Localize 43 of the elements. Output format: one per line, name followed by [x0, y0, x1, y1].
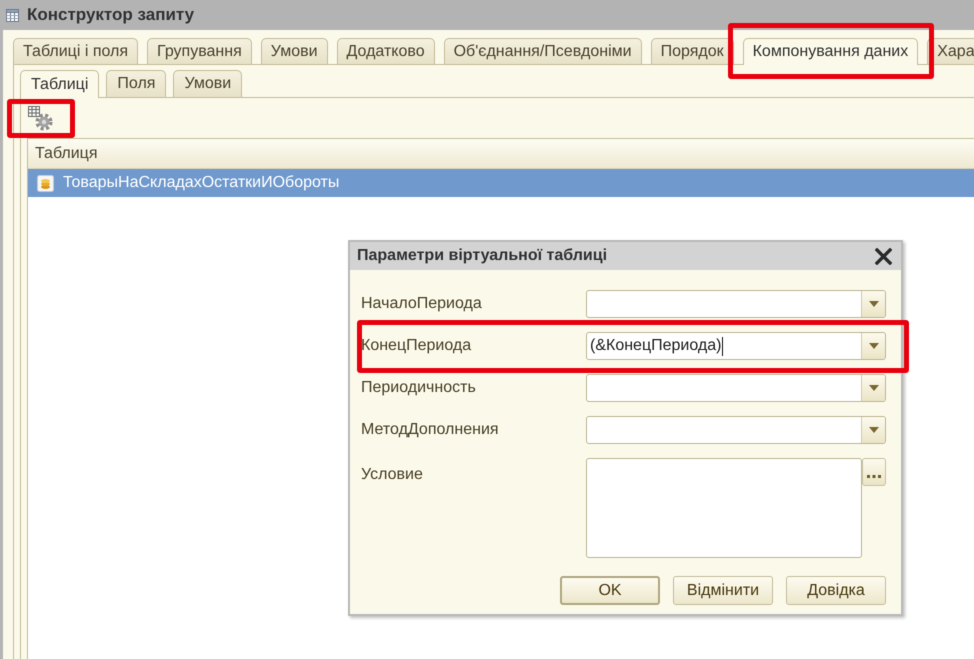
tab[interactable]: Порядок — [650, 38, 734, 64]
dialog-button[interactable]: Довідка — [786, 576, 886, 605]
table-settings-button[interactable] — [27, 104, 54, 132]
table-gear-icon — [28, 106, 53, 130]
dropdown-button[interactable] — [861, 291, 885, 317]
dots-icon — [867, 475, 881, 478]
field-label: НачалоПериода — [361, 294, 483, 314]
column-header: Таблиця — [28, 139, 974, 169]
dialog-button[interactable]: Відмінити — [673, 576, 773, 605]
dialog-button[interactable]: OK — [560, 576, 660, 605]
window-title: Конструктор запиту — [27, 4, 194, 26]
field-label: Периодичность — [361, 378, 477, 398]
coins-icon — [37, 174, 54, 192]
caret-icon — [868, 343, 878, 349]
combo-field[interactable] — [586, 290, 886, 318]
tab[interactable]: Об'єднання/Псевдоніми — [444, 38, 642, 64]
caret-icon — [868, 427, 878, 433]
select-button[interactable] — [862, 458, 886, 486]
caret-icon — [868, 385, 878, 391]
close-icon — [874, 248, 892, 264]
tab[interactable]: Таблиці і поля — [13, 38, 138, 64]
caret-icon — [868, 301, 878, 307]
combo-field[interactable] — [586, 416, 886, 444]
field-label: Условие — [361, 465, 424, 485]
tab[interactable]: Умови — [260, 38, 328, 64]
close-button[interactable] — [874, 247, 892, 265]
combo-field[interactable]: (&КонецПериода) — [586, 332, 886, 360]
dropdown-button[interactable] — [861, 375, 885, 401]
tab[interactable]: Таблиці — [20, 70, 100, 98]
tab[interactable]: Поля — [106, 70, 166, 97]
tab[interactable]: Умови — [173, 70, 242, 97]
tab[interactable]: Додатково — [336, 38, 435, 64]
dropdown-button[interactable] — [861, 417, 885, 443]
field-label: КонецПериода — [361, 336, 472, 356]
combo-field[interactable] — [586, 374, 886, 402]
tab[interactable]: Групування — [147, 38, 252, 64]
tab[interactable]: Компонування даних — [742, 38, 918, 65]
dropdown-button[interactable] — [861, 333, 885, 359]
field-label: МетодДополнения — [361, 420, 500, 440]
table-icon — [6, 8, 19, 22]
field-value: (&КонецПериода) — [590, 336, 722, 356]
dialog-title: Параметри віртуальної таблиці — [357, 246, 608, 266]
table-cell-text: ТоварыНаСкладахОстаткиИОбороты — [63, 173, 340, 193]
